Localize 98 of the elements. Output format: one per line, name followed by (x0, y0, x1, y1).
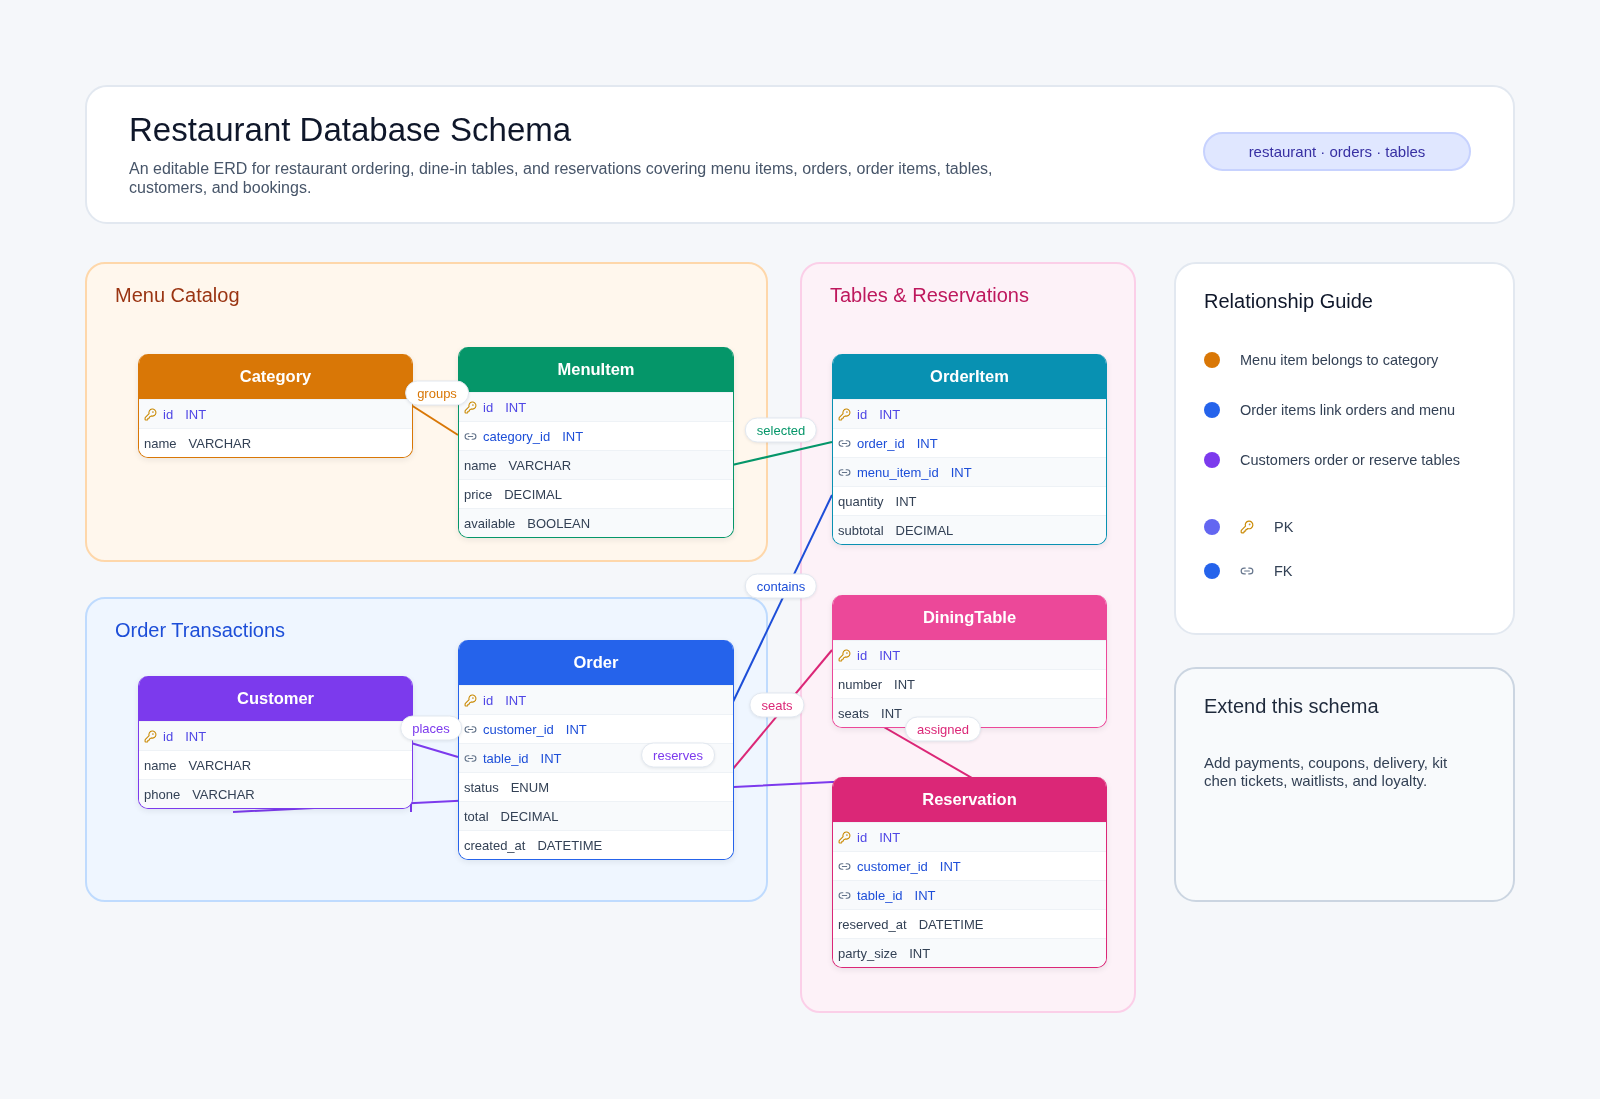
column-type: DATETIME (918, 916, 984, 932)
entity-title: Customer (139, 676, 412, 721)
column-name: order_id (857, 435, 905, 451)
column-type: INT (895, 493, 917, 509)
entity-table[interactable]: Customer id INT name VARCHAR phone VARCHAR (138, 676, 413, 809)
column-type: BOOLEAN (527, 515, 591, 531)
column-name: category_id (483, 428, 551, 444)
column-type: DECIMAL (895, 522, 954, 538)
extend-text: Add payments, coupons, delivery, kit chen tickets, waitlists, and loyalty. (1204, 754, 1449, 790)
entity-table[interactable]: Reservation id INT customer_id INT table_id INT reserved_at DATETIME party_size INT (832, 777, 1107, 968)
column-type: INT (881, 705, 903, 721)
legend-label: PK (1274, 519, 1294, 535)
column-name: price (464, 486, 493, 502)
column-name: customer_id (857, 858, 928, 874)
entity-title: Order (459, 640, 733, 685)
extend-title: Extend this schema (1204, 695, 1380, 718)
entity-table[interactable]: OrderItem id INT order_id INT menu_item_id INT quantity INT subtotal DECIMAL (832, 354, 1107, 545)
column-type: INT (950, 464, 972, 480)
column-type: INT (540, 750, 562, 766)
column-type: INT (894, 676, 916, 692)
relation-label[interactable]: contains (744, 573, 818, 599)
column-name: table_id (483, 750, 529, 766)
column-type: DATETIME (537, 837, 603, 853)
key-icon (464, 693, 477, 707)
column-name: id (163, 728, 174, 744)
key-icon (838, 648, 851, 662)
column-name: id (483, 399, 494, 415)
column-type: INT (565, 721, 587, 737)
key-icon (838, 407, 851, 421)
entity-title: OrderItem (833, 354, 1106, 399)
column-name: id (163, 406, 174, 422)
column-name: name (464, 457, 497, 473)
entity-title: Category (139, 354, 412, 399)
relation-label[interactable]: reserves (641, 742, 715, 768)
column-type: DECIMAL (504, 486, 562, 502)
column-type: INT (939, 858, 961, 874)
key-icon (838, 830, 851, 844)
column-name: id (857, 829, 868, 845)
column-name: id (857, 647, 868, 663)
column-type: INT (505, 692, 527, 708)
column-type: INT (916, 435, 938, 451)
guide-title: Relationship Guide (1204, 290, 1374, 313)
column-name: status (464, 779, 499, 795)
column-name: phone (144, 786, 181, 802)
column-name: table_id (857, 887, 903, 903)
column-name: subtotal (838, 522, 884, 538)
key-icon (144, 407, 157, 421)
entity-table[interactable]: Category id INT name VARCHAR (138, 354, 413, 458)
relation-label[interactable]: selected (744, 417, 818, 443)
legend-label: FK (1274, 563, 1293, 579)
column-type: INT (562, 428, 584, 444)
column-type: INT (879, 829, 901, 845)
column-type: VARCHAR (188, 757, 252, 773)
column-name: available (464, 515, 516, 531)
legend-label: Customers order or reserve tables (1240, 452, 1460, 468)
key-icon (144, 729, 157, 743)
entity-title: Reservation (833, 777, 1106, 822)
column-type: VARCHAR (192, 786, 255, 802)
column-name: name (144, 757, 177, 773)
relation-label[interactable]: assigned (905, 716, 981, 742)
column-type: ENUM (510, 779, 549, 795)
column-type: VARCHAR (508, 457, 572, 473)
column-type: INT (185, 406, 207, 422)
page-title: Restaurant Database Schema (129, 111, 573, 149)
column-name: seats (838, 705, 870, 721)
schema-tag: restaurant · orders · tables (1203, 132, 1471, 171)
legend-label: Menu item belongs to category (1240, 352, 1439, 368)
column-name: created_at (464, 837, 526, 853)
column-type: VARCHAR (188, 435, 252, 451)
group-title: Order Transactions (115, 619, 286, 641)
column-name: number (838, 676, 883, 692)
column-name: name (144, 435, 177, 451)
key-icon (1240, 520, 1254, 534)
column-name: quantity (838, 493, 884, 509)
entity-table[interactable]: MenuItem id INT category_id INT name VARCHAR price DECIMAL available BOOLEAN (458, 347, 734, 538)
relation-label[interactable]: places (400, 715, 462, 741)
column-type: INT (879, 647, 901, 663)
link-icon (1240, 564, 1254, 578)
group-title: Menu Catalog (115, 284, 240, 306)
column-type: INT (185, 728, 207, 744)
column-type: INT (505, 399, 527, 415)
entity-title: MenuItem (459, 347, 733, 392)
column-name: menu_item_id (857, 464, 939, 480)
column-type: DECIMAL (500, 808, 559, 824)
column-name: customer_id (483, 721, 554, 737)
column-name: total (464, 808, 489, 824)
column-type: INT (879, 406, 901, 422)
entity-title: DiningTable (833, 595, 1106, 640)
page-description: An editable ERD for restaurant ordering, dine-in tables, and reservations covering menu items, orders, order items, tables, customers, and bookings. (129, 159, 994, 197)
column-name: reserved_at (838, 916, 907, 932)
legend-label: Order items link orders and menu (1240, 402, 1456, 418)
column-name: id (857, 406, 868, 422)
column-name: id (483, 692, 494, 708)
column-type: INT (914, 887, 936, 903)
key-icon (464, 400, 477, 414)
column-type: INT (909, 945, 931, 961)
column-name: party_size (838, 945, 898, 961)
group-title: Tables & Reservations (830, 284, 1029, 306)
